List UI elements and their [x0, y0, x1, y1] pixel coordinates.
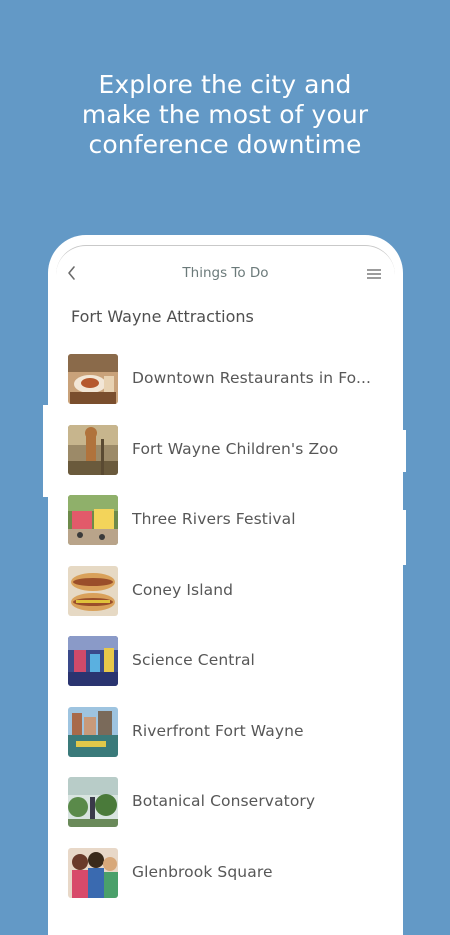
list-item[interactable]: Fort Wayne Children's Zoo — [48, 414, 403, 485]
phone-screen: Things To Do Fort Wayne Attractions Down… — [48, 235, 403, 935]
list-item-label: Downtown Restaurants in Fo... — [132, 369, 372, 387]
list-item[interactable]: Riverfront Fort Wayne — [48, 696, 403, 767]
list-item-label: Fort Wayne Children's Zoo — [132, 439, 339, 458]
headline-line-3: conference downtime — [88, 130, 362, 159]
hotdog-photo — [68, 565, 118, 616]
hamburger-menu-icon[interactable] — [365, 265, 383, 283]
app-bar: Things To Do — [48, 259, 403, 289]
science-photo — [68, 636, 118, 686]
list-item[interactable]: Downtown Restaurants in Fo... — [48, 343, 403, 414]
riverfront-photo — [68, 706, 118, 757]
list-item-label: Science Central — [132, 651, 255, 669]
festival-photo — [68, 495, 118, 545]
list-item[interactable]: Botanical Conservatory — [48, 766, 403, 837]
conservatory-photo — [68, 777, 118, 827]
mall-photo — [68, 847, 118, 898]
list-item[interactable]: Three Rivers Festival — [48, 484, 403, 555]
list-item[interactable]: Science Central — [48, 625, 403, 696]
list-item-label: Glenbrook Square — [132, 862, 273, 881]
headline-line-2: make the most of your — [81, 100, 369, 129]
zoo-photo — [68, 424, 118, 475]
page-title: Things To Do — [182, 265, 269, 281]
restaurant-photo — [68, 354, 118, 404]
headline: Explore the city and make the most of yo… — [0, 70, 450, 160]
headline-line-1: Explore the city and — [98, 70, 352, 99]
attractions-list: Downtown Restaurants in Fo... Fort Wayne… — [48, 343, 403, 907]
section-title: Fort Wayne Attractions — [71, 307, 254, 326]
list-item[interactable]: Glenbrook Square — [48, 837, 403, 908]
list-item-label: Coney Island — [132, 580, 234, 599]
list-item-label: Botanical Conservatory — [132, 792, 316, 810]
list-item-label: Three Rivers Festival — [132, 510, 296, 528]
list-item-label: Riverfront Fort Wayne — [132, 721, 304, 740]
list-item[interactable]: Coney Island — [48, 555, 403, 626]
